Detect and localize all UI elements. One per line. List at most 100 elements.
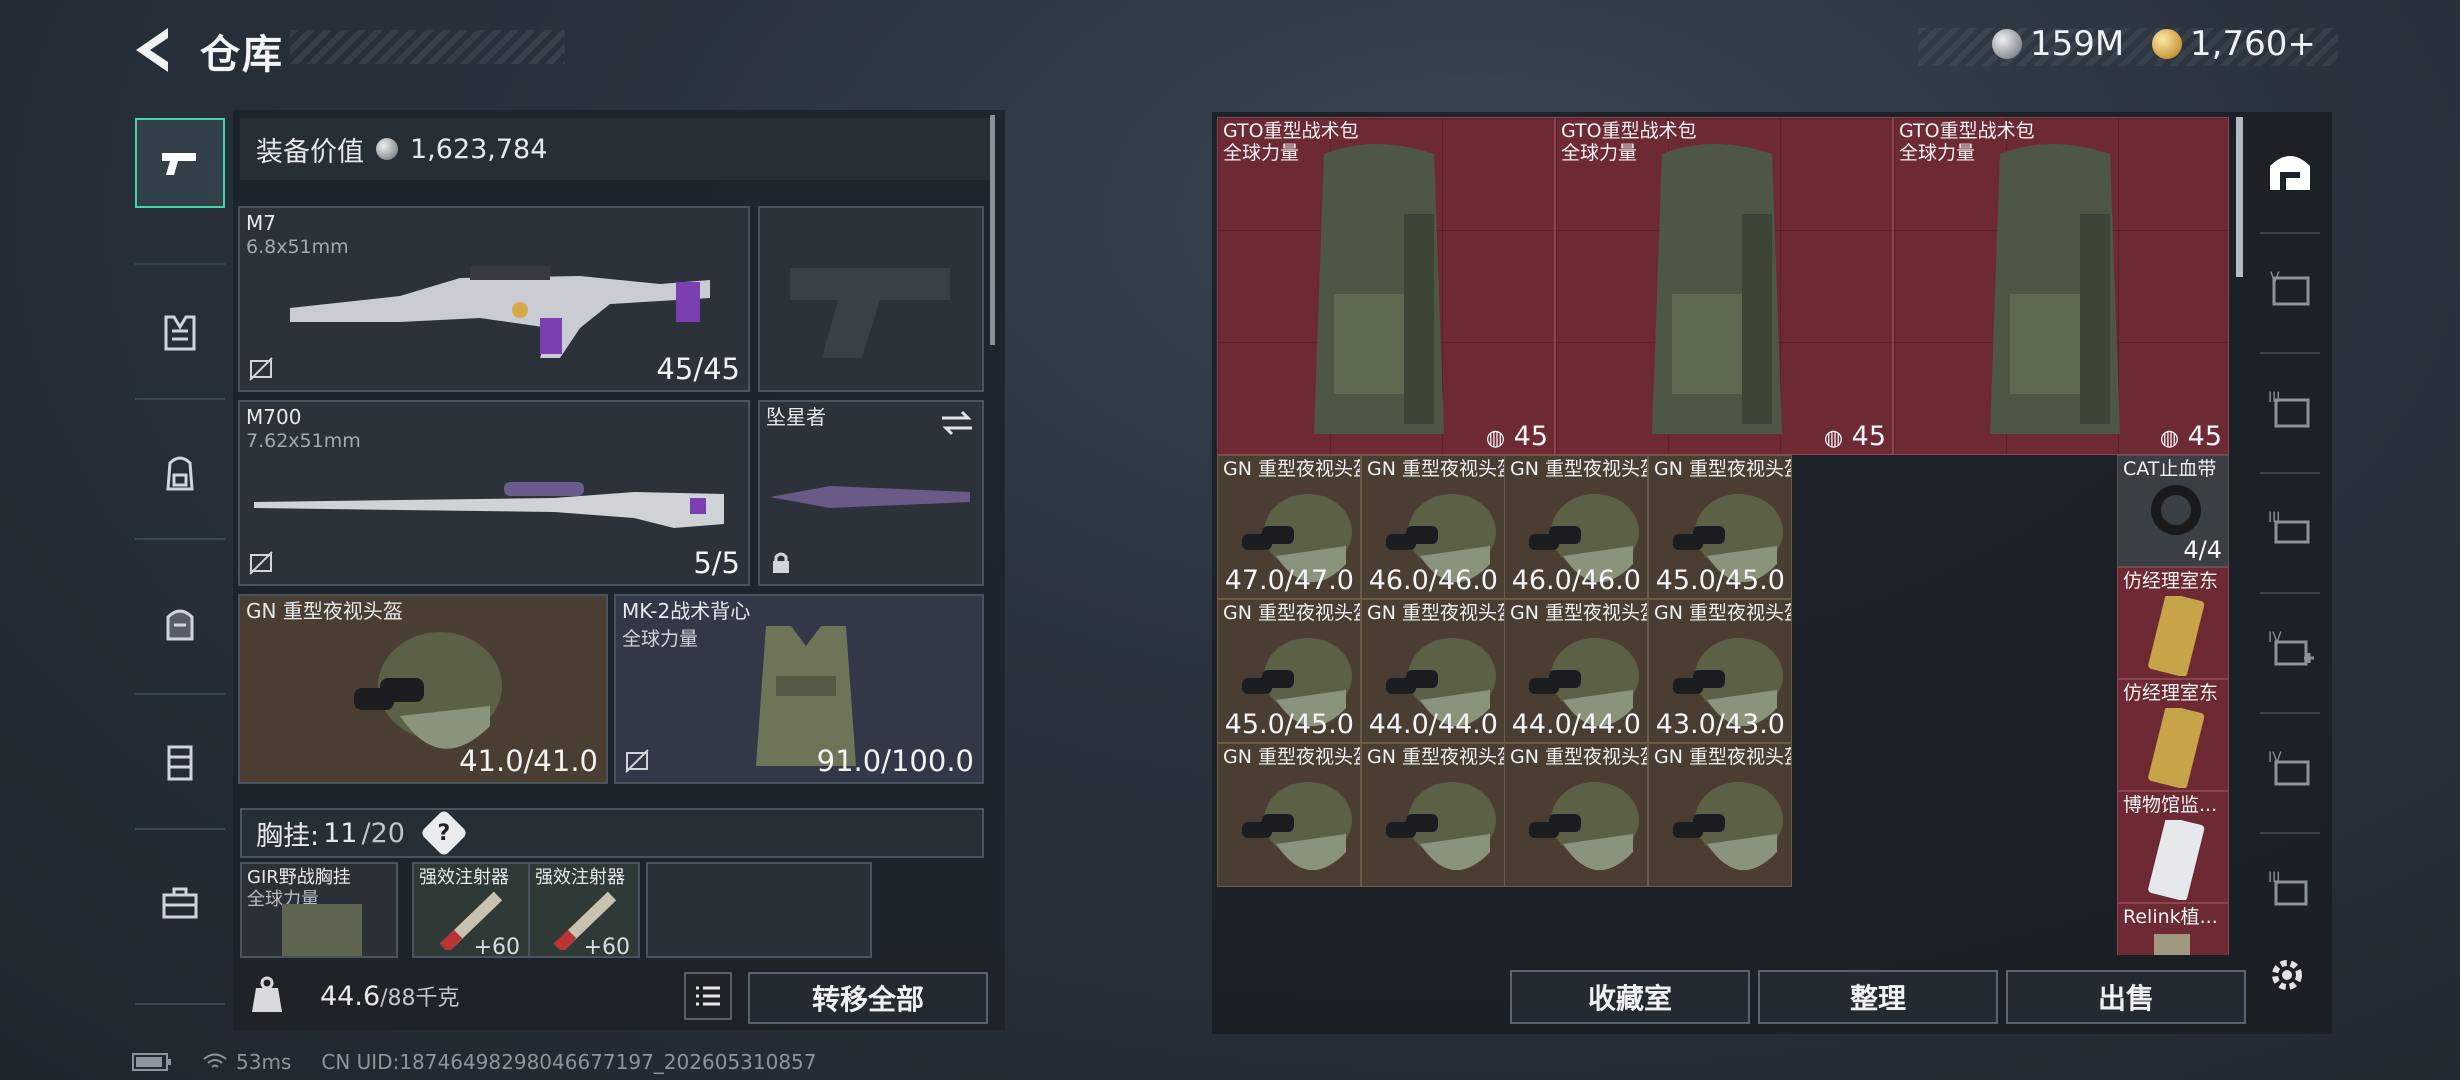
helmet-image xyxy=(1242,782,1352,871)
list-icon xyxy=(696,986,720,1006)
tab-stash-iv-a[interactable]: IV xyxy=(2250,600,2330,700)
tab-locker[interactable] xyxy=(135,718,225,808)
keycard-image xyxy=(2148,820,2205,900)
tab-divider xyxy=(135,398,225,400)
stash-item-backpack[interactable]: GTO重型战术包 全球力量 ◍ 45 xyxy=(1217,117,1555,455)
stash-iii-icon: III xyxy=(2268,390,2310,428)
armor-slot[interactable]: MK-2战术背心 全球力量 91.0/100.0 xyxy=(614,594,984,784)
item-name: 强效注射器 xyxy=(419,867,509,888)
weight-icon xyxy=(252,976,282,1012)
stash-item-helmet[interactable]: GN 重型夜视头盔 44.0/44.0 xyxy=(1504,599,1648,743)
tab-divider xyxy=(135,263,225,265)
item-durability: 45.0/45.0 xyxy=(1655,565,1785,596)
stash-item-helmet[interactable]: GN 重型夜视头盔 xyxy=(1217,743,1361,887)
stash-item-keycard[interactable]: 博物馆监... xyxy=(2117,791,2229,903)
stash-item-helmet[interactable]: GN 重型夜视头盔 xyxy=(1361,743,1505,887)
tab-weapons[interactable] xyxy=(135,118,225,208)
weight-current: 44.6 xyxy=(320,981,381,1012)
stash-item-keycard[interactable]: 仿经理室东 xyxy=(2117,567,2229,679)
tab-stash-iii-a[interactable]: III xyxy=(2250,360,2330,460)
tab-divider xyxy=(2260,592,2320,594)
tab-stash-iv-b[interactable]: IV xyxy=(2250,720,2330,820)
item-durability: 46.0/46.0 xyxy=(1511,565,1641,596)
tab-divider xyxy=(135,693,225,695)
chest-rig-item[interactable]: GIR野战胸挂 全球力量 xyxy=(240,862,398,958)
svg-text:V: V xyxy=(2270,270,2280,286)
item-name: 仿经理室东 xyxy=(2123,570,2219,592)
stash-home-icon xyxy=(2270,156,2310,190)
help-button[interactable]: ? xyxy=(419,808,468,858)
stash-item-backpack[interactable]: GTO重型战术包 全球力量 ◍ 45 xyxy=(1555,117,1893,455)
svg-text:III: III xyxy=(2268,870,2280,886)
currency-gold-value: 1,760+ xyxy=(2190,24,2316,64)
helmet-slot[interactable]: GN 重型夜视头盔 41.0/41.0 xyxy=(238,594,608,784)
item-name: GN 重型夜视头盔 xyxy=(1510,602,1648,624)
item-name: 坠星者 xyxy=(766,405,826,429)
stash-item-implant[interactable]: Relink植... xyxy=(2117,903,2229,955)
stash-item-helmet[interactable]: GN 重型夜视头盔 45.0/45.0 xyxy=(1217,599,1361,743)
stash-item-helmet[interactable]: GN 重型夜视头盔 44.0/44.0 xyxy=(1361,599,1505,743)
organize-button[interactable]: 整理 xyxy=(1758,970,1998,1024)
injector-item[interactable]: 强效注射器 +60 xyxy=(412,862,530,958)
equipment-scrollbar[interactable] xyxy=(990,115,995,345)
stash-item-helmet[interactable]: GN 重型夜视头盔 43.0/43.0 xyxy=(1648,599,1792,743)
empty-chest-slot[interactable] xyxy=(646,862,872,958)
stash-item-helmet[interactable]: GN 重型夜视头盔 xyxy=(1504,743,1648,887)
tab-stash-iii-b[interactable]: III xyxy=(2250,480,2330,580)
back-button[interactable] xyxy=(128,24,184,76)
item-durability: 41.0/41.0 xyxy=(459,744,598,778)
pistol-icon xyxy=(162,153,196,175)
item-capacity-value: 45 xyxy=(2187,421,2222,452)
secondary-weapon-slot[interactable]: M700 7.62x51mm 5/5 xyxy=(238,400,750,586)
tab-divider xyxy=(135,1003,225,1005)
swap-icon[interactable] xyxy=(940,410,974,436)
item-value: +60 xyxy=(473,935,520,958)
gold-coin-icon xyxy=(2152,29,2182,59)
svg-text:IV: IV xyxy=(2268,750,2282,766)
settings-button[interactable] xyxy=(2262,950,2312,1000)
stash-item-helmet[interactable]: GN 重型夜视头盔 46.0/46.0 xyxy=(1361,455,1505,599)
backpack-image xyxy=(1314,144,1444,434)
stash-item-keycard[interactable]: 仿经理室东 xyxy=(2117,679,2229,791)
stash-item-helmet[interactable]: GN 重型夜视头盔 47.0/47.0 xyxy=(1217,455,1361,599)
stash-scrollbar[interactable] xyxy=(2236,117,2243,277)
chest-rig-image xyxy=(282,904,362,956)
item-brand: 全球力量 xyxy=(1561,142,1638,164)
transfer-all-button[interactable]: 转移全部 xyxy=(748,972,988,1024)
collection-room-button[interactable]: 收藏室 xyxy=(1510,970,1750,1024)
item-name: GN 重型夜视头盔 xyxy=(1654,602,1792,624)
stash-grid: GTO重型战术包 全球力量 ◍ 45 GTO重型战术包 全球力量 ◍ 45 GT… xyxy=(1217,117,2229,955)
tab-backpack[interactable] xyxy=(135,428,225,518)
injector-item[interactable]: 强效注射器 +60 xyxy=(528,862,640,958)
chest-total: /20 xyxy=(361,817,405,849)
tab-vest[interactable] xyxy=(135,288,225,378)
stash-item-helmet[interactable]: GN 重型夜视头盔 45.0/45.0 xyxy=(1648,455,1792,599)
primary-weapon-slot[interactable]: M7 6.8x51mm 45/45 xyxy=(238,206,750,392)
tab-divider xyxy=(2260,232,2320,234)
list-view-button[interactable] xyxy=(684,972,732,1020)
currency-silver[interactable]: 159M xyxy=(1992,24,2124,64)
stash-iv-icon: IV xyxy=(2268,630,2314,666)
chest-rig-bar: 胸挂: 11 /20 ? xyxy=(240,808,984,858)
tab-toolbox[interactable] xyxy=(135,858,225,948)
item-name: 博物馆监... xyxy=(2123,794,2218,816)
pistol-slot[interactable] xyxy=(758,206,984,392)
battery-icon xyxy=(132,1053,171,1071)
item-name: CAT止血带 xyxy=(2123,458,2217,480)
stash-item-helmet[interactable]: GN 重型夜视头盔 xyxy=(1648,743,1792,887)
melee-slot[interactable]: 坠星者 xyxy=(758,400,984,586)
tab-stash-v[interactable]: V xyxy=(2250,240,2330,340)
item-brand: 全球力量 xyxy=(1899,142,1976,164)
stash-item-helmet[interactable]: GN 重型夜视头盔 46.0/46.0 xyxy=(1504,455,1648,599)
stash-item-backpack[interactable]: GTO重型战术包 全球力量 ◍ 45 xyxy=(1893,117,2229,455)
equipment-value: 1,623,784 xyxy=(410,133,548,165)
tab-stash-overview[interactable] xyxy=(2250,120,2330,220)
tab-stash-iii-c[interactable]: III xyxy=(2250,840,2330,940)
currency-gold[interactable]: 1,760+ xyxy=(2152,24,2316,64)
item-value: +60 xyxy=(583,935,630,958)
no-drop-icon xyxy=(625,749,649,773)
tab-bag[interactable] xyxy=(135,578,225,668)
sell-button[interactable]: 出售 xyxy=(2006,970,2246,1024)
backpack-capacity-icon: ◍ xyxy=(1823,426,1844,451)
stash-item-tourniquet[interactable]: CAT止血带 4/4 xyxy=(2117,455,2229,567)
